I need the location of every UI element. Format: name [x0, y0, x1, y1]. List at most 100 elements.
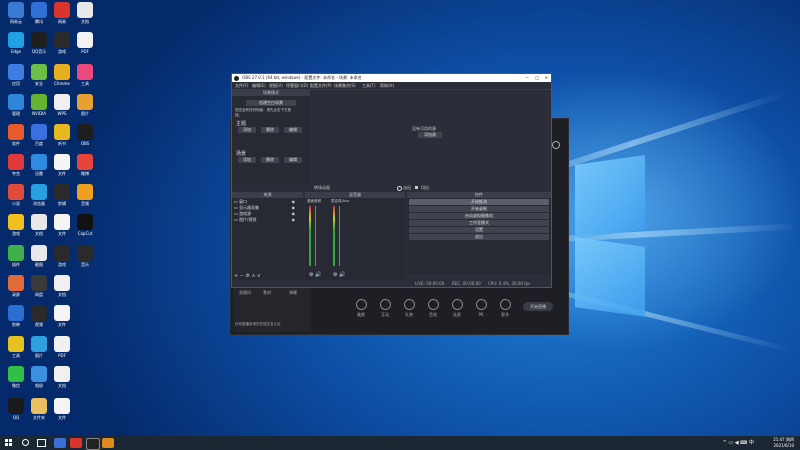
desktop-icon[interactable]: 音乐: [71, 245, 99, 275]
desktop-icon[interactable]: CapCut: [71, 214, 99, 244]
desktop-icon[interactable]: PDF: [48, 336, 76, 366]
app-icon: [54, 32, 70, 48]
menu-edit[interactable]: 编辑(E): [252, 82, 266, 89]
desktop-icon-label: OBS: [80, 141, 90, 146]
taskbar-app-icon[interactable]: [54, 438, 66, 448]
menu-help[interactable]: 帮助(H): [380, 82, 394, 89]
desktop-icon[interactable]: 微博: [71, 154, 99, 184]
desktop-icon[interactable]: 文档: [48, 366, 76, 396]
desktop-icon[interactable]: OBS: [71, 124, 99, 154]
interact-button[interactable]: 互动: [375, 299, 395, 318]
obs-window: OBS 27.0.1 (64 bit, windows) - 配置文件: 未命名…: [231, 73, 552, 288]
share-icon[interactable]: [552, 141, 560, 149]
desktop-icon[interactable]: 图片: [71, 94, 99, 124]
volume-slider[interactable]: [339, 206, 340, 266]
add-button[interactable]: 添加: [238, 127, 256, 133]
desktop-icon[interactable]: 音频: [71, 184, 99, 214]
app-icon: [54, 64, 70, 80]
taskbar-app-icon[interactable]: [70, 438, 82, 448]
app-icon: [54, 154, 70, 170]
windows-logo-pane: [575, 237, 645, 317]
controls-title: 控件: [407, 192, 551, 198]
app-icon: [8, 398, 24, 414]
desktop-icon-label: 工具: [81, 81, 89, 86]
app-icon: [31, 275, 47, 291]
app-icon: [54, 366, 70, 382]
menu-scene-collection[interactable]: 场景集合(S): [334, 82, 356, 89]
mixer-gear-icon[interactable]: ⚙ 🔊: [333, 272, 345, 278]
taskbar-clock[interactable]: 21:47 周四 2021/6/10: [773, 437, 794, 449]
taskbar-app-icon[interactable]: [102, 438, 114, 448]
exit-button[interactable]: 退出: [409, 234, 549, 240]
app-icon: [54, 305, 70, 321]
create-scene-button[interactable]: 创建空白场景: [246, 100, 296, 106]
edit-scene-button[interactable]: 编辑: [284, 157, 302, 163]
menu-tools[interactable]: 工具(T): [362, 82, 376, 89]
live-side-item[interactable]: 弹幕: [289, 290, 297, 296]
desktop-icon[interactable]: 文件: [48, 305, 76, 335]
close-button[interactable]: ✕: [545, 74, 548, 82]
live-side-item[interactable]: 直播间: [239, 290, 251, 296]
preview-add-source-button[interactable]: 添加源: [418, 132, 442, 138]
gift-button[interactable]: 礼物: [399, 299, 419, 318]
mixer-gear-icon[interactable]: ⚙ 🔊: [309, 272, 321, 278]
desktop-icon-label: CapCut: [77, 231, 93, 236]
app-icon: [54, 214, 70, 230]
start-streaming-button[interactable]: 开始推流: [409, 199, 549, 205]
live-side-panel: 直播间 素材 弹幕 在你直播前请先完成实名认证: [233, 284, 311, 332]
cut-icon[interactable]: [415, 186, 418, 189]
settings-button[interactable]: 设置: [409, 227, 549, 233]
app-icon: [31, 154, 47, 170]
pk-button[interactable]: PK: [471, 299, 491, 317]
app-icon: [8, 275, 24, 291]
live-side-item[interactable]: 素材: [263, 290, 271, 296]
desktop-icon[interactable]: PDF: [71, 32, 99, 62]
connect-button[interactable]: 连麦: [447, 299, 467, 318]
app-icon: [54, 124, 70, 140]
eye-icon[interactable]: ◉: [292, 217, 296, 223]
virtual-camera-button[interactable]: 启动虚拟摄像机: [409, 213, 549, 219]
beauty-button[interactable]: 美颜: [351, 299, 371, 318]
task-view-icon[interactable]: [37, 439, 46, 447]
fade-radio[interactable]: [397, 186, 402, 191]
start-live-button[interactable]: 开始直播: [523, 302, 553, 311]
tray-icons[interactable]: ^ ▭ ◀ ⌨ 中: [723, 439, 754, 446]
fade-label: 淡出: [403, 185, 411, 190]
search-icon[interactable]: [22, 439, 29, 446]
menu-docks[interactable]: 停靠窗口(D): [286, 82, 308, 89]
start-icon[interactable]: [5, 439, 13, 447]
menu-profile[interactable]: 配置文件(P): [310, 82, 332, 89]
menu-view[interactable]: 视图(V): [269, 82, 283, 89]
obs-title-bar: OBS 27.0.1 (64 bit, windows) - 配置文件: 未命名…: [232, 74, 551, 82]
app-icon: [54, 336, 70, 352]
obs-logo-icon: [234, 75, 239, 81]
menu-file[interactable]: 文件(F): [235, 82, 248, 89]
more-button[interactable]: 更多: [495, 299, 515, 318]
studio-mode-button[interactable]: 工作室模式: [409, 220, 549, 226]
settings-source-icon[interactable]: ⚙: [246, 273, 250, 279]
sources-dock: 来源 ▭ 窗口 ◉ ▭ 显示器采集 ◉ ▭ 游戏源 ◉ ▭ 图片/视频 ◉ + − ⚙ …: [232, 192, 303, 280]
app-icon: [77, 245, 93, 261]
edit-button[interactable]: 编辑: [284, 127, 302, 133]
desktop-icon[interactable]: 文档: [48, 275, 76, 305]
add-source-icon[interactable]: +: [234, 273, 238, 279]
volume-slider[interactable]: [315, 206, 316, 266]
source-item[interactable]: ▭ 图片/视频 ◉: [234, 217, 301, 223]
minimize-button[interactable]: —: [525, 74, 529, 82]
add-scene-button[interactable]: 添加: [238, 157, 256, 163]
app-icon: [8, 64, 24, 80]
remove-button[interactable]: 删除: [261, 127, 279, 133]
desktop-icon[interactable]: 文档: [71, 2, 99, 32]
sound-button[interactable]: 音效: [423, 299, 443, 318]
maximize-button[interactable]: □: [535, 74, 539, 82]
mixer-channel-mic: 麦克风/Aux: [331, 199, 350, 203]
remove-scene-button[interactable]: 删除: [261, 157, 279, 163]
desktop-icon[interactable]: 工具: [71, 64, 99, 94]
move-down-icon[interactable]: ∨: [257, 273, 261, 279]
desktop-icon[interactable]: 文件: [48, 398, 76, 428]
taskbar-obs-icon[interactable]: [86, 438, 100, 450]
start-recording-button[interactable]: 开始录制: [409, 206, 549, 212]
desktop-icon-label: 文档: [81, 19, 89, 24]
app-icon: [31, 64, 47, 80]
obs-title: OBS 27.0.1 (64 bit, windows) - 配置文件: 未命名…: [242, 75, 362, 80]
